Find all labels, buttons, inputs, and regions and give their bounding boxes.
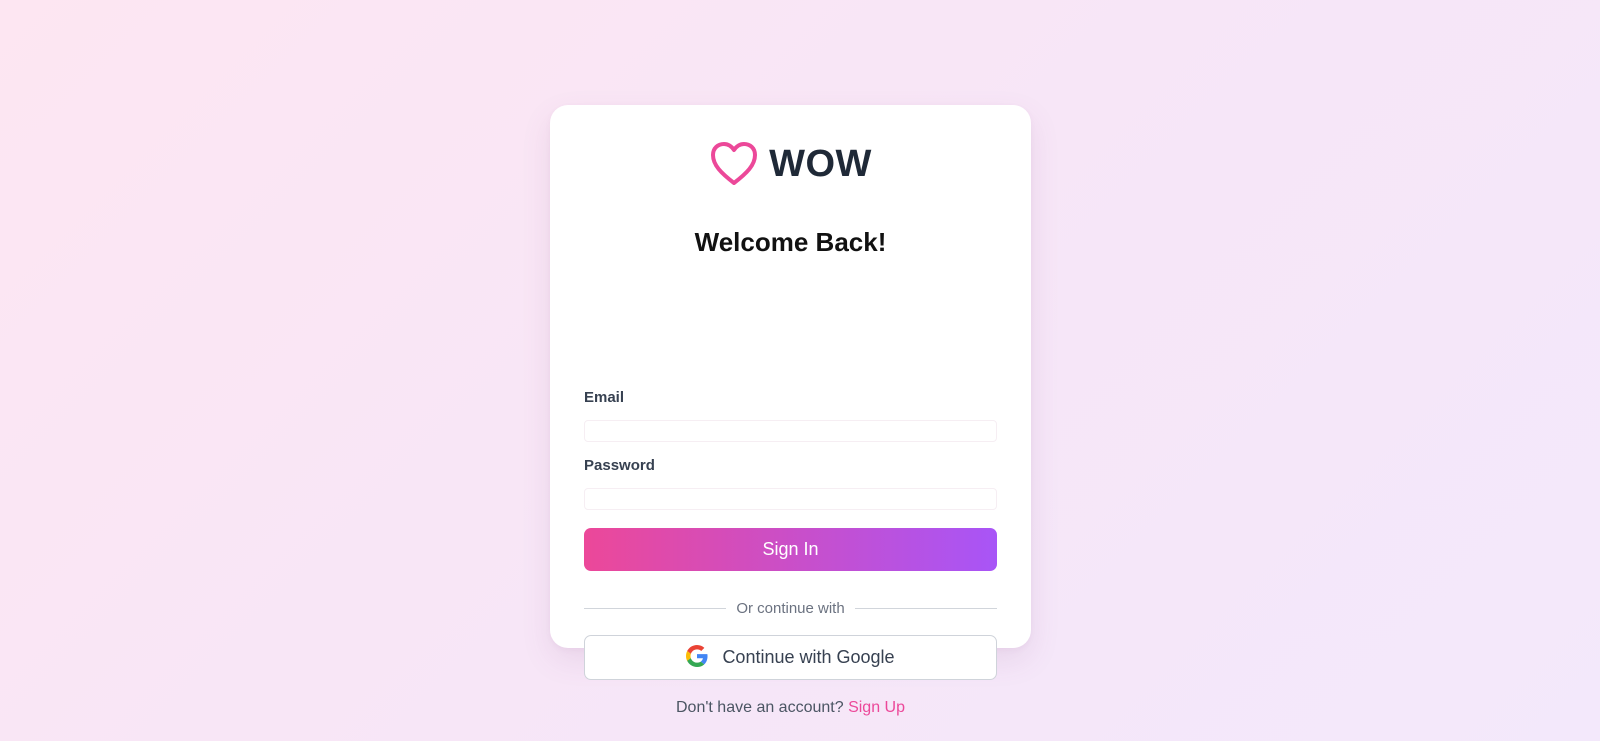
email-label: Email: [584, 389, 625, 406]
heart-icon: [709, 141, 759, 187]
sign-in-button[interactable]: Sign In: [584, 528, 997, 571]
divider-text: Or continue with: [736, 599, 845, 617]
google-icon: [686, 645, 708, 670]
page-title: Welcome Back!: [694, 227, 887, 257]
signup-prompt: Don't have an account? Sign Up: [550, 699, 1031, 717]
divider-line-left: [584, 607, 727, 609]
password-label: Password: [584, 457, 655, 474]
brand-name: WOW: [769, 142, 872, 185]
brand-logo: WOW: [550, 141, 1031, 187]
login-card: WOW Welcome Back! Email Password Sign In…: [550, 105, 1031, 716]
email-field[interactable]: [584, 420, 997, 442]
sign-up-link[interactable]: Sign Up: [848, 699, 905, 716]
divider: Or continue with: [584, 598, 998, 618]
google-button-label: Continue with Google: [722, 647, 895, 667]
password-field[interactable]: [584, 488, 997, 510]
google-sign-in-button[interactable]: Continue with Google: [584, 635, 997, 680]
signup-prompt-text: Don't have an account?: [676, 699, 844, 716]
divider-line-right: [854, 607, 998, 609]
